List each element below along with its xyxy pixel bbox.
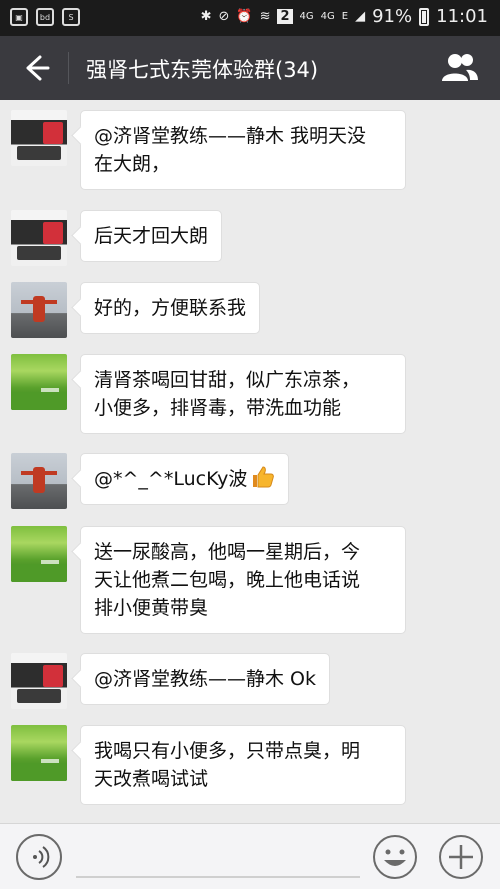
sim-slot: 2 bbox=[277, 9, 293, 24]
message-line: @济肾堂教练——静木 Ok bbox=[94, 668, 316, 690]
emoji-icon[interactable] bbox=[372, 834, 418, 880]
message-line: 小便多，排肾毒，带洗血功能 bbox=[94, 397, 342, 419]
header-divider bbox=[68, 52, 69, 84]
battery-percent: 91% bbox=[372, 6, 413, 27]
message-line: 我喝只有小便多，只带点臭，明 bbox=[94, 740, 361, 762]
message-bubble[interactable]: @*^_^*LucKy波 bbox=[80, 453, 290, 505]
clock: 11:01 bbox=[436, 6, 488, 27]
message-bubble[interactable]: 我喝只有小便多，只带点臭，明 天改煮喝试试 bbox=[80, 725, 406, 805]
thumbs-up-icon bbox=[251, 465, 275, 489]
avatar[interactable] bbox=[11, 453, 67, 509]
network-label-e: E bbox=[341, 11, 349, 22]
more-options-icon[interactable] bbox=[438, 834, 484, 880]
message-line: @济肾堂教练——静木 我明天没 bbox=[94, 125, 367, 147]
signal-icon: ◢ bbox=[355, 9, 366, 24]
avatar[interactable] bbox=[11, 653, 67, 709]
bluetooth-icon: ✱ bbox=[200, 9, 212, 24]
message-line: 好的，方便联系我 bbox=[94, 297, 247, 319]
network-label-a: 4G bbox=[299, 11, 314, 22]
avatar[interactable] bbox=[11, 725, 67, 781]
avatar[interactable] bbox=[11, 210, 67, 266]
store-icon: S bbox=[62, 8, 80, 26]
input-bar bbox=[0, 823, 500, 889]
avatar[interactable] bbox=[11, 354, 67, 410]
status-bar: ▣ bd S ✱ ⊘ ⏰ ≋ 2 4G 4G E ◢ 91% 11:01 bbox=[0, 0, 500, 36]
alarm-icon: ⏰ bbox=[236, 9, 253, 24]
group-members-icon[interactable] bbox=[440, 50, 480, 86]
avatar[interactable] bbox=[11, 282, 67, 338]
image-icon: ▣ bbox=[10, 8, 28, 26]
message-line: 排小便黄带臭 bbox=[94, 597, 209, 619]
message-bubble[interactable]: @济肾堂教练——静木 我明天没 在大朗， bbox=[80, 110, 406, 190]
message-line: 清肾茶喝回甘甜，似广东凉茶， bbox=[94, 369, 361, 391]
message-bubble[interactable]: 送一尿酸高，他喝一星期后，今 天让他煮二包喝，晚上他电话说 排小便黄带臭 bbox=[80, 526, 406, 634]
message-line: 在大朗， bbox=[94, 153, 171, 175]
baidu-icon: bd bbox=[36, 8, 54, 26]
voice-input-icon[interactable] bbox=[16, 834, 62, 880]
message-bubble[interactable]: 好的，方便联系我 bbox=[80, 282, 261, 334]
message-bubble[interactable]: 清肾茶喝回甘甜，似广东凉茶， 小便多，排肾毒，带洗血功能 bbox=[80, 354, 406, 434]
avatar[interactable] bbox=[11, 526, 67, 582]
message-bubble[interactable]: 后天才回大朗 bbox=[80, 210, 223, 262]
message-bubble[interactable]: @济肾堂教练——静木 Ok bbox=[80, 653, 330, 705]
chat-title: 强肾七式东莞体验群(34) bbox=[86, 58, 319, 82]
message-line: 送一尿酸高，他喝一星期后，今 bbox=[94, 541, 361, 563]
message-input[interactable] bbox=[76, 876, 360, 878]
title-bar: 强肾七式东莞体验群(34) bbox=[0, 36, 500, 100]
mute-icon: ⊘ bbox=[218, 9, 230, 24]
message-line: @*^_^*LucKy波 bbox=[94, 468, 248, 490]
message-line: 天让他煮二包喝，晚上他电话说 bbox=[94, 569, 361, 591]
wifi-icon: ≋ bbox=[259, 9, 271, 24]
back-arrow-icon[interactable] bbox=[18, 50, 54, 86]
battery-icon bbox=[419, 7, 430, 26]
message-line: 天改煮喝试试 bbox=[94, 768, 209, 790]
network-label-b: 4G bbox=[320, 11, 335, 22]
avatar[interactable] bbox=[11, 110, 67, 166]
message-line: 后天才回大朗 bbox=[94, 225, 209, 247]
